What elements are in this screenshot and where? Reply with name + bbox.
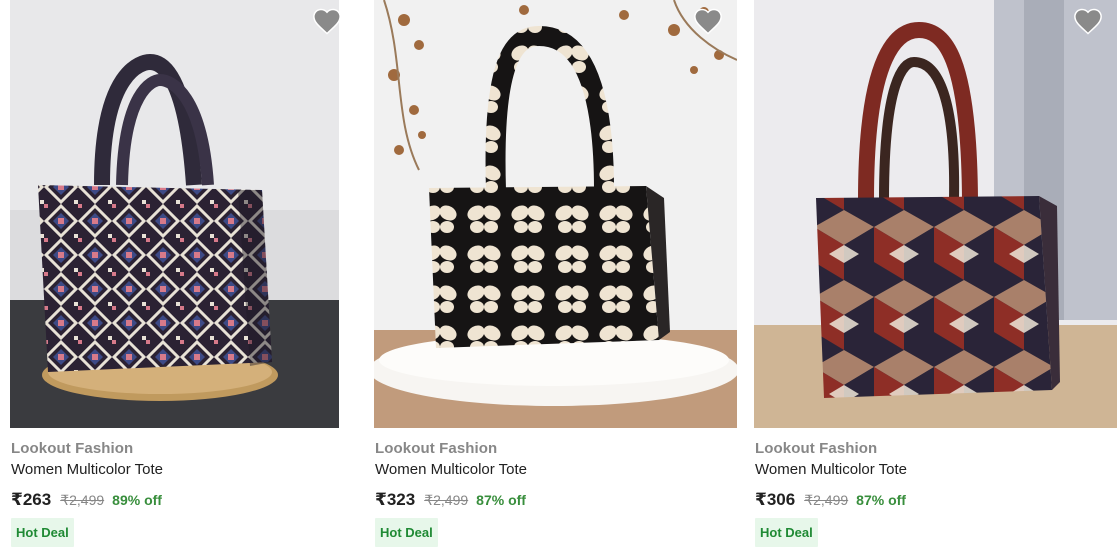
product-image[interactable] <box>10 0 339 428</box>
hot-deal-badge: Hot Deal <box>11 518 74 547</box>
discount-percent: 87% off <box>476 492 526 508</box>
hot-deal-badge: Hot Deal <box>375 518 438 547</box>
price-row: ₹306 ₹2,499 87% off <box>755 490 906 510</box>
product-title[interactable]: Women Multicolor Tote <box>11 461 163 478</box>
price-row: ₹323 ₹2,499 87% off <box>375 490 526 510</box>
wishlist-heart-icon[interactable] <box>312 7 342 35</box>
wishlist-heart-icon[interactable] <box>693 7 723 35</box>
discount-percent: 89% off <box>112 492 162 508</box>
product-brand: Lookout Fashion <box>755 440 878 457</box>
price-row: ₹263 ₹2,499 89% off <box>11 490 162 510</box>
selling-price: ₹263 <box>11 490 52 509</box>
product-image[interactable] <box>754 0 1117 428</box>
original-price: ₹2,499 <box>424 492 469 508</box>
product-card[interactable]: Lookout Fashion Women Multicolor Tote ₹3… <box>754 0 1117 553</box>
product-brand: Lookout Fashion <box>11 440 134 457</box>
discount-percent: 87% off <box>856 492 906 508</box>
product-brand: Lookout Fashion <box>375 440 498 457</box>
product-card[interactable]: Lookout Fashion Women Multicolor Tote ₹2… <box>10 0 342 553</box>
product-title[interactable]: Women Multicolor Tote <box>755 461 907 478</box>
wishlist-heart-icon[interactable] <box>1073 7 1103 35</box>
product-card[interactable]: Lookout Fashion Women Multicolor Tote ₹3… <box>374 0 737 553</box>
selling-price: ₹306 <box>755 490 796 509</box>
product-image[interactable] <box>374 0 737 428</box>
hot-deal-badge: Hot Deal <box>755 518 818 547</box>
product-title[interactable]: Women Multicolor Tote <box>375 461 527 478</box>
original-price: ₹2,499 <box>804 492 849 508</box>
selling-price: ₹323 <box>375 490 416 509</box>
original-price: ₹2,499 <box>60 492 105 508</box>
